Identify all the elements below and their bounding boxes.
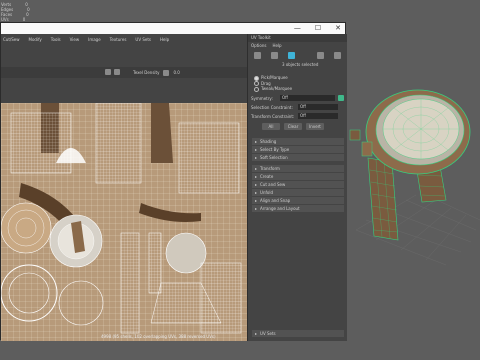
menu-item[interactable]: Tools (51, 37, 61, 42)
hud-value: 0 (26, 12, 29, 17)
uv-toolkit-panel: UV Toolkit Options Help 3 objects selecte… (247, 34, 347, 341)
selection-constraint-value: Off (300, 104, 306, 109)
section-align-and-snap[interactable]: ▸ Align and Snap (252, 197, 344, 204)
radio-icon (254, 75, 259, 81)
menu-item[interactable]: View (70, 37, 80, 42)
button-label: Clear (287, 124, 299, 129)
title-bar[interactable]: — ☐ ✕ (1, 23, 345, 34)
transform-constraint-label: Transform Constraint: (251, 114, 295, 119)
toolkit-menu-item[interactable]: Options (251, 43, 266, 48)
chevron-right-icon: ▸ (255, 198, 258, 203)
grid-icon[interactable] (114, 69, 120, 75)
select-all-button[interactable]: All (262, 123, 280, 130)
section-label: Soft Selection (260, 155, 288, 160)
tweak-marquee-option[interactable]: Tweak/Marquee (254, 86, 292, 92)
maximize-icon[interactable]: ☐ (315, 24, 321, 33)
uv-toolkit-menu: Options Help (251, 43, 282, 48)
dropdown-icon[interactable] (163, 69, 170, 76)
chevron-right-icon: ▸ (255, 206, 258, 211)
section-soft-selection[interactable]: ▸ Soft Selection (252, 154, 344, 161)
chevron-right-icon: ▸ (255, 174, 258, 179)
section-label: Arrange and Layout (260, 206, 300, 211)
chevron-right-icon: ▸ (255, 155, 258, 160)
pick-option-label: Tweak/Marquee (261, 86, 293, 91)
symmetry-toggle-icon[interactable] (338, 95, 344, 101)
face-mode-icon[interactable] (271, 52, 278, 59)
checker-icon[interactable] (105, 69, 111, 75)
section-label: Align and Snap (260, 198, 291, 203)
chevron-right-icon: ▸ (255, 182, 258, 187)
section-create[interactable]: ▸ Create (252, 173, 344, 180)
section-label: Transform (260, 166, 280, 171)
transform-constraint-dropdown[interactable]: Off (298, 113, 338, 119)
chevron-right-icon: ▸ (255, 190, 258, 195)
symmetry-label: Symmetry: (251, 96, 273, 101)
section-uv-sets[interactable]: ▸ UV Sets (252, 330, 344, 337)
radio-icon (254, 86, 259, 92)
uv-toolbar: Texel Density 0.0 (1, 67, 247, 78)
watch-model[interactable] (346, 80, 480, 270)
clear-button[interactable]: Clear (284, 123, 302, 130)
section-shading[interactable]: ▸ Shading (252, 138, 344, 145)
minimize-icon[interactable]: — (294, 24, 301, 33)
section-arrange-and-layout[interactable]: ▸ Arrange and Layout (252, 205, 344, 212)
button-label: All (268, 124, 274, 129)
chevron-right-icon: ▸ (255, 166, 258, 171)
uv-mode-icon[interactable] (334, 52, 341, 59)
menu-bar: Cut/Sew Modify Tools View Image Textures UV Se… (1, 35, 249, 44)
selection-constraint-dropdown[interactable]: Off (298, 104, 338, 110)
uv-editor-window[interactable]: — ☐ ✕ Cut/Sew Modify Tools View Image Texture… (0, 22, 347, 341)
transform-constraint-value: Off (300, 113, 306, 118)
section-label: Select By Type (260, 147, 290, 152)
pick-option-label: Pick/Marquee (261, 75, 288, 80)
menu-item[interactable]: UV Sets (135, 37, 151, 42)
section-label: Create (260, 174, 274, 179)
invert-button[interactable]: Invert (306, 123, 324, 130)
section-label: Shading (260, 139, 277, 144)
menu-item[interactable]: Textures (110, 37, 127, 42)
button-label: Invert (309, 124, 321, 129)
pick-marquee-option[interactable]: Pick/Marquee (254, 75, 292, 81)
section-label: UV Sets (260, 331, 276, 336)
uv-status-line: 4998 (95 shells, 102 overlapping UVs, 38… (101, 334, 216, 339)
uv-canvas[interactable]: 4998 (95 shells, 102 overlapping UVs, 38… (1, 103, 247, 341)
section-transform[interactable]: ▸ Transform (252, 165, 344, 172)
section-label: Unfold (260, 190, 273, 195)
pick-option-label: Drag (261, 80, 271, 86)
texel-density-value[interactable]: 0.0 (173, 70, 179, 75)
heads-up-display: Verts 0 Edges 0 Faces 0 UVs 0 (1, 2, 30, 22)
menu-item[interactable]: Cut/Sew (3, 37, 20, 42)
texel-density-label: Texel Density (133, 70, 160, 75)
menu-item[interactable]: Modify (29, 37, 42, 42)
symmetry-value: Off (282, 95, 288, 100)
shell-mode-icon[interactable] (317, 52, 324, 59)
chevron-right-icon: ▸ (255, 139, 258, 144)
section-cut-and-sew[interactable]: ▸ Cut and Sew (252, 181, 344, 188)
section-unfold[interactable]: ▸ Unfold (252, 189, 344, 196)
selection-summary: 3 objects selected (282, 62, 319, 67)
toolkit-menu-item[interactable]: Help (272, 43, 281, 48)
uv-layout[interactable] (1, 103, 247, 341)
cube-icon[interactable] (288, 52, 295, 59)
menu-item[interactable]: Help (160, 37, 169, 42)
chevron-right-icon: ▸ (255, 147, 258, 152)
uv-toolkit-title: UV Toolkit (251, 35, 271, 40)
section-select-by-type[interactable]: ▸ Select By Type (252, 146, 344, 153)
menu-item[interactable]: Image (88, 37, 101, 42)
section-label: Cut and Sew (260, 182, 286, 187)
symmetry-dropdown[interactable]: Off (280, 95, 335, 101)
close-icon[interactable]: ✕ (335, 24, 341, 33)
chevron-right-icon: ▸ (255, 331, 258, 336)
select-mode-icon[interactable] (254, 52, 261, 59)
selection-constraint-label: Selection Constraint: (251, 105, 293, 110)
